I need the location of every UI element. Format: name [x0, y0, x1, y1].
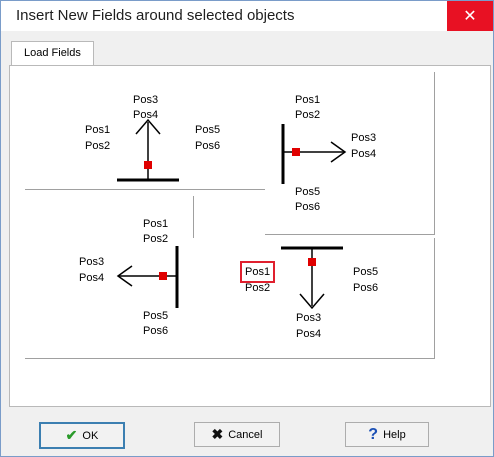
ok-button[interactable]: ✔ OK	[39, 422, 125, 449]
cancel-button[interactable]: ✖ Cancel	[194, 422, 280, 447]
ok-label: OK	[82, 429, 99, 442]
panel-bottom[interactable]: Pos1 Pos2 Pos5 Pos6 Pos3 Pos4	[193, 238, 435, 359]
pos1-label[interactable]: Pos1	[295, 92, 320, 108]
pos4-label[interactable]: Pos4	[296, 326, 321, 342]
dialog-window: Insert New Fields around selected object…	[0, 0, 494, 457]
pos3-label[interactable]: Pos3	[351, 130, 376, 146]
anchor-marker	[159, 272, 167, 280]
tab-strip: Load Fields	[7, 41, 487, 66]
pos6-label[interactable]: Pos6	[195, 138, 220, 154]
anchor-marker	[144, 161, 152, 169]
pos2-label[interactable]: Pos2	[245, 280, 270, 296]
pos5-label[interactable]: Pos5	[143, 308, 168, 324]
pos2-label[interactable]: Pos2	[143, 231, 168, 247]
tab-load-fields[interactable]: Load Fields	[11, 41, 94, 66]
cancel-label: Cancel	[228, 428, 263, 441]
help-button[interactable]: ? Help	[345, 422, 429, 447]
window-title: Insert New Fields around selected object…	[16, 7, 295, 24]
checkmark-icon: ✔	[65, 427, 78, 443]
pos5-label[interactable]: Pos5	[353, 264, 378, 280]
pos1-label-selected[interactable]: Pos1	[239, 261, 276, 283]
pos6-label[interactable]: Pos6	[143, 323, 168, 339]
pos6-label[interactable]: Pos6	[353, 280, 378, 296]
pos1-label[interactable]: Pos1	[85, 122, 110, 138]
pos3-label[interactable]: Pos3	[133, 92, 158, 108]
pos4-label[interactable]: Pos4	[133, 107, 158, 123]
button-row: ✔ OK ✖ Cancel ? Help	[1, 411, 493, 456]
question-icon: ?	[368, 425, 379, 443]
pos5-label[interactable]: Pos5	[295, 184, 320, 200]
pos1-label[interactable]: Pos1	[143, 216, 168, 232]
pos2-label[interactable]: Pos2	[295, 107, 320, 123]
help-label: Help	[383, 428, 406, 441]
anchor-marker	[308, 258, 316, 266]
pos6-label[interactable]: Pos6	[295, 199, 320, 215]
up-arrow-diagram	[117, 118, 179, 182]
pos3-label[interactable]: Pos3	[296, 310, 321, 326]
title-bar: Insert New Fields around selected object…	[1, 1, 493, 31]
close-icon: ✕	[463, 8, 477, 25]
tab-page-load-fields: Pos3 Pos4 Pos1 Pos2 Pos5 Pos6 Pos1 Pos2 …	[9, 65, 491, 407]
panel-top[interactable]: Pos3 Pos4 Pos1 Pos2 Pos5 Pos6	[25, 72, 266, 190]
pos5-label[interactable]: Pos5	[195, 122, 220, 138]
pos2-label[interactable]: Pos2	[85, 138, 110, 154]
right-arrow-diagram	[281, 124, 347, 184]
panel-left[interactable]: Pos1 Pos2 Pos3 Pos4 Pos5 Pos6	[25, 196, 194, 359]
pos3-label[interactable]: Pos3	[79, 254, 104, 270]
panel-right[interactable]: Pos1 Pos2 Pos3 Pos4 Pos5 Pos6	[265, 72, 435, 235]
anchor-marker	[292, 148, 300, 156]
pos4-label[interactable]: Pos4	[79, 270, 104, 286]
close-button[interactable]: ✕	[447, 1, 493, 31]
x-icon: ✖	[211, 426, 224, 442]
pos4-label[interactable]: Pos4	[351, 146, 376, 162]
